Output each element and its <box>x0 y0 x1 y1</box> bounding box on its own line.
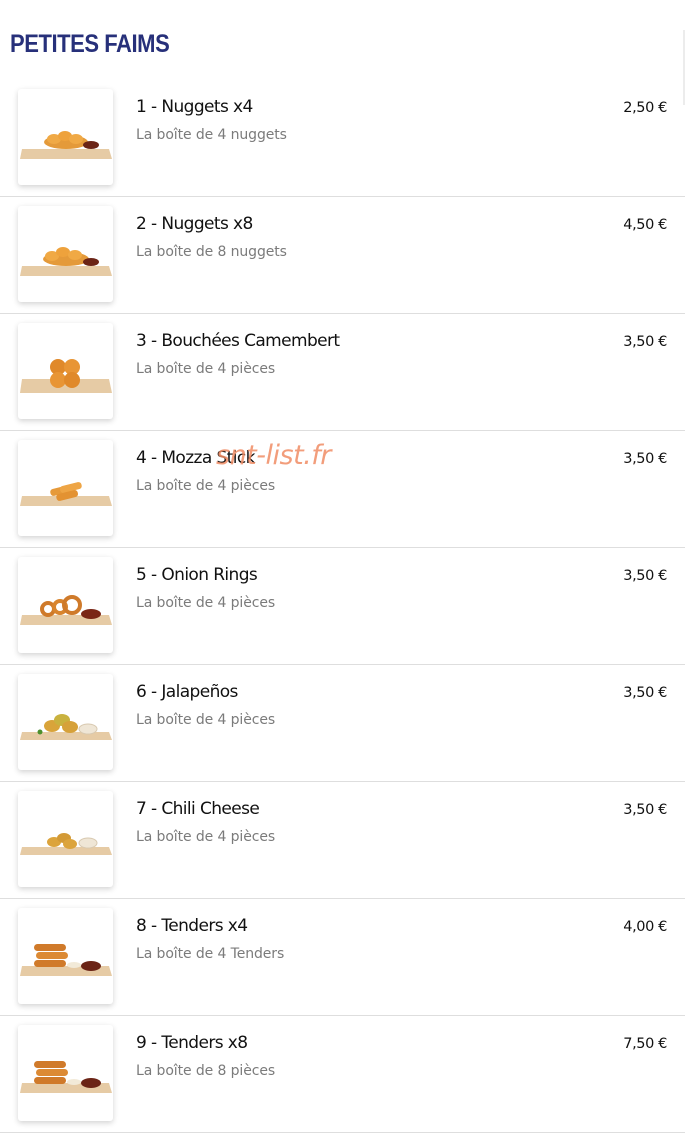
item-description: La boîte de 4 pièces <box>136 595 276 611</box>
menu-item-chili-cheese[interactable]: 7 - Chili Cheese La boîte de 4 pièces 3,… <box>0 782 685 899</box>
watermark-text: snt-list.fr <box>216 440 331 471</box>
menu-item-mozza-stick[interactable]: 4 - Mozza Stick La boîte de 4 pièces 3,5… <box>0 431 685 548</box>
onion-rings-image <box>18 557 113 653</box>
item-price: 4,00 € <box>623 919 667 935</box>
item-description: La boîte de 4 pièces <box>136 361 276 377</box>
item-description: La boîte de 4 pièces <box>136 829 276 845</box>
tenders-image <box>18 1025 113 1121</box>
item-price: 2,50 € <box>623 100 667 116</box>
item-description: La boîte de 4 nuggets <box>136 127 287 143</box>
item-price: 4,50 € <box>623 217 667 233</box>
item-price: 3,50 € <box>623 334 667 350</box>
item-price: 3,50 € <box>623 685 667 701</box>
item-name: 2 - Nuggets x8 <box>136 214 253 234</box>
section-title: PETITES FAIMS <box>10 30 170 58</box>
item-price: 3,50 € <box>623 451 667 467</box>
chili-cheese-image <box>18 791 113 887</box>
menu-item-nuggets-x4[interactable]: 1 - Nuggets x4 La boîte de 4 nuggets 2,5… <box>0 80 685 197</box>
item-name: 6 - Jalapeños <box>136 682 238 702</box>
item-price: 3,50 € <box>623 568 667 584</box>
mozza-sticks-image <box>18 440 113 536</box>
menu-list: 1 - Nuggets x4 La boîte de 4 nuggets 2,5… <box>0 80 685 1133</box>
jalapenos-image <box>18 674 113 770</box>
item-name: 3 - Bouchées Camembert <box>136 331 340 351</box>
item-description: La boîte de 4 Tenders <box>136 946 285 962</box>
item-description: La boîte de 8 pièces <box>136 1063 276 1079</box>
menu-item-tenders-x8[interactable]: 9 - Tenders x8 La boîte de 8 pièces 7,50… <box>0 1016 685 1133</box>
nuggets-image <box>18 89 113 185</box>
menu-item-jalapenos[interactable]: 6 - Jalapeños La boîte de 4 pièces 3,50 … <box>0 665 685 782</box>
item-name: 9 - Tenders x8 <box>136 1033 248 1053</box>
item-description: La boîte de 4 pièces <box>136 478 276 494</box>
item-name: 1 - Nuggets x4 <box>136 97 253 117</box>
menu-item-bouchees-camembert[interactable]: 3 - Bouchées Camembert La boîte de 4 piè… <box>0 314 685 431</box>
menu-item-tenders-x4[interactable]: 8 - Tenders x4 La boîte de 4 Tenders 4,0… <box>0 899 685 1016</box>
camembert-bites-image <box>18 323 113 419</box>
menu-item-onion-rings[interactable]: 5 - Onion Rings La boîte de 4 pièces 3,5… <box>0 548 685 665</box>
item-price: 7,50 € <box>623 1036 667 1052</box>
item-name: 8 - Tenders x4 <box>136 916 248 936</box>
item-description: La boîte de 4 pièces <box>136 712 276 728</box>
item-name: 5 - Onion Rings <box>136 565 258 585</box>
nuggets-image <box>18 206 113 302</box>
item-name: 7 - Chili Cheese <box>136 799 260 819</box>
menu-item-nuggets-x8[interactable]: 2 - Nuggets x8 La boîte de 8 nuggets 4,5… <box>0 197 685 314</box>
item-price: 3,50 € <box>623 802 667 818</box>
tenders-image <box>18 908 113 1004</box>
item-description: La boîte de 8 nuggets <box>136 244 287 260</box>
